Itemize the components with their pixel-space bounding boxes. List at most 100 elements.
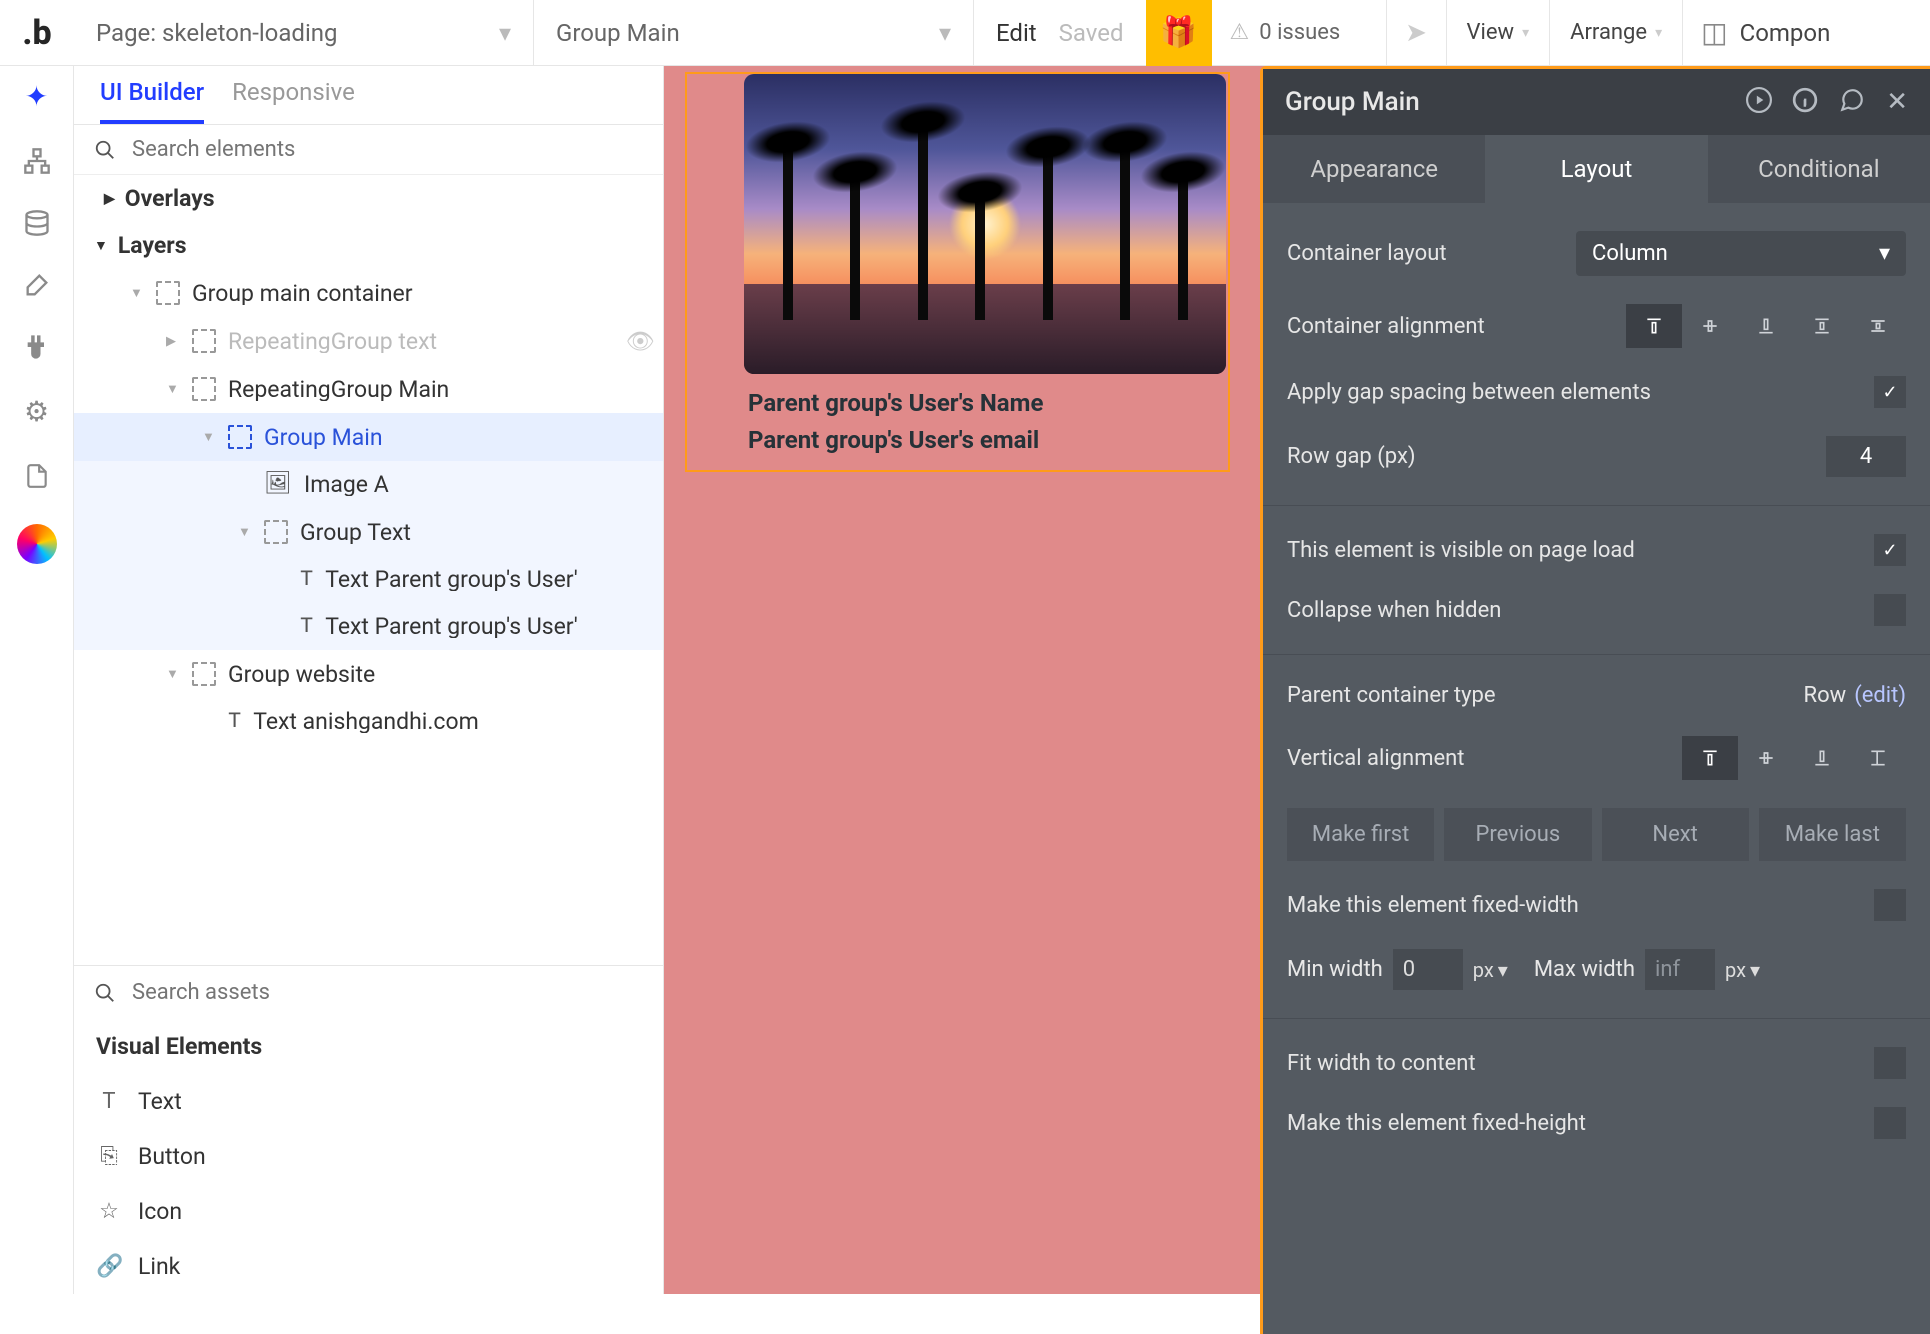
valign-bottom-button[interactable]: [1794, 736, 1850, 780]
group-icon: [192, 329, 216, 353]
preview-card[interactable]: Parent group's User's Name Parent group'…: [744, 74, 1226, 458]
visual-elements-list: T Text ⎘Button☆Icon🔗Link: [74, 1074, 663, 1294]
chevron-down-icon: ▼: [166, 668, 180, 681]
plugins-icon[interactable]: [23, 333, 51, 361]
container-layout-select[interactable]: Column▾: [1576, 231, 1906, 276]
tree-item[interactable]: ▼RepeatingGroup Main: [74, 365, 663, 413]
edit-save-state: Edit Saved: [974, 0, 1146, 65]
nav-sidebar: ✦ ⚙: [0, 66, 74, 1294]
fit-width-checkbox[interactable]: [1874, 1047, 1906, 1079]
visual-element-label: Text: [138, 1088, 182, 1115]
styles-icon[interactable]: [23, 271, 51, 299]
tree-item[interactable]: ▼Group Text: [74, 508, 663, 556]
tab-responsive[interactable]: Responsive: [232, 78, 355, 124]
row-gap-input[interactable]: 4: [1826, 436, 1906, 477]
left-panel-tabs: UI Builder Responsive: [74, 66, 663, 125]
make-last-button[interactable]: Make last: [1759, 808, 1906, 861]
element-type-icon: T: [96, 1089, 122, 1114]
search-elements-input[interactable]: [132, 137, 643, 162]
play-icon[interactable]: [1746, 87, 1772, 117]
view-menu[interactable]: View▾: [1447, 0, 1551, 65]
align-space-between-button[interactable]: [1794, 304, 1850, 348]
tab-layout[interactable]: Layout: [1485, 135, 1707, 203]
tree-item[interactable]: ▼Group website: [74, 650, 663, 698]
components-menu[interactable]: ◫ Compon: [1683, 16, 1848, 49]
element-tree: ▶Overlays ▼Layers ▼Group main container▶…: [74, 175, 663, 965]
cube-icon: ◫: [1701, 16, 1727, 49]
hidden-icon[interactable]: 👁: [626, 330, 655, 353]
design-icon[interactable]: ✦: [25, 80, 48, 113]
max-width-unit[interactable]: px ▾: [1725, 958, 1760, 982]
comment-icon[interactable]: [1838, 87, 1866, 117]
tree-item[interactable]: ▼Group main container: [74, 269, 663, 317]
visual-element-label: Button: [138, 1143, 206, 1170]
tree-item-label: Text Parent group's User': [325, 615, 578, 638]
search-assets-input[interactable]: [132, 980, 643, 1005]
close-icon[interactable]: ✕: [1886, 87, 1908, 117]
workflow-icon[interactable]: [23, 147, 51, 175]
issues-indicator[interactable]: ⚠ 0 issues: [1212, 0, 1387, 65]
search-assets-row: [74, 965, 663, 1019]
visual-element-item[interactable]: T Text: [74, 1074, 663, 1129]
collapse-hidden-checkbox[interactable]: [1874, 594, 1906, 626]
fixed-height-checkbox[interactable]: [1874, 1107, 1906, 1139]
app-logo: .b: [0, 13, 74, 53]
tab-conditional[interactable]: Conditional: [1708, 135, 1930, 203]
tab-appearance[interactable]: Appearance: [1263, 135, 1485, 203]
align-bottom-button[interactable]: [1738, 304, 1794, 348]
logs-icon[interactable]: [24, 462, 50, 490]
min-width-input[interactable]: 0: [1393, 949, 1463, 990]
avatar[interactable]: [17, 524, 57, 564]
tree-item[interactable]: ▶RepeatingGroup text👁: [74, 317, 663, 365]
valign-stretch-button[interactable]: [1850, 736, 1906, 780]
apply-gap-checkbox[interactable]: ✓: [1874, 376, 1906, 408]
chevron-down-icon: ▼: [130, 287, 144, 300]
align-middle-button[interactable]: [1682, 304, 1738, 348]
visual-elements-header[interactable]: Visual Elements: [74, 1019, 663, 1074]
tree-item-label: Group Main: [264, 426, 383, 449]
chevron-right-icon: ▶: [166, 335, 180, 348]
element-picker[interactable]: Group Main ▾: [534, 0, 974, 65]
make-first-button[interactable]: Make first: [1287, 808, 1434, 861]
tree-item[interactable]: T Text Parent group's User': [74, 603, 663, 650]
tree-item[interactable]: TText anishgandhi.com: [74, 698, 663, 745]
vertical-alignment-buttons: [1682, 736, 1906, 780]
text-icon: T: [300, 616, 313, 638]
visual-element-item[interactable]: ⎘Button: [74, 1129, 663, 1184]
next-button[interactable]: Next: [1602, 808, 1749, 861]
gift-icon[interactable]: 🎁: [1146, 0, 1212, 66]
visible-on-load-checkbox[interactable]: ✓: [1874, 534, 1906, 566]
chevron-down-icon: ▾: [1522, 25, 1529, 41]
data-icon[interactable]: [23, 209, 51, 237]
max-width-input[interactable]: inf: [1645, 949, 1715, 990]
min-width-unit[interactable]: px ▾: [1473, 958, 1508, 982]
cursor-tool[interactable]: ➤: [1387, 0, 1447, 65]
arrange-menu[interactable]: Arrange▾: [1550, 0, 1683, 65]
tree-item[interactable]: ▼Group Main: [74, 413, 663, 461]
tree-section-layers[interactable]: ▼Layers: [74, 222, 663, 269]
group-icon: [192, 662, 216, 686]
tree-item[interactable]: 🖼Image A: [74, 461, 663, 508]
page-picker[interactable]: Page: skeleton-loading ▾: [74, 0, 534, 65]
vertical-alignment-label: Vertical alignment: [1287, 746, 1682, 771]
valign-top-button[interactable]: [1682, 736, 1738, 780]
search-icon: [94, 982, 116, 1004]
chevron-down-icon: ▾: [499, 19, 511, 47]
edit-mode-label[interactable]: Edit: [996, 19, 1037, 47]
max-width-label: Max width: [1534, 957, 1635, 982]
info-icon[interactable]: [1792, 87, 1818, 117]
fixed-width-checkbox[interactable]: [1874, 889, 1906, 921]
visual-element-item[interactable]: ☆Icon: [74, 1184, 663, 1239]
align-space-around-button[interactable]: [1850, 304, 1906, 348]
tree-section-overlays[interactable]: ▶Overlays: [74, 175, 663, 222]
align-top-button[interactable]: [1626, 304, 1682, 348]
tree-item[interactable]: TText Parent group's User': [74, 556, 663, 603]
visual-element-item[interactable]: 🔗Link: [74, 1239, 663, 1294]
previous-button[interactable]: Previous: [1444, 808, 1591, 861]
canvas[interactable]: Parent group's User's Name Parent group'…: [664, 66, 1930, 1294]
valign-middle-button[interactable]: [1738, 736, 1794, 780]
tab-ui-builder[interactable]: UI Builder: [100, 78, 204, 124]
parent-type-edit-link[interactable]: (edit): [1854, 683, 1906, 708]
settings-icon[interactable]: ⚙: [24, 395, 49, 428]
inspector-tabs: Appearance Layout Conditional: [1263, 135, 1930, 203]
